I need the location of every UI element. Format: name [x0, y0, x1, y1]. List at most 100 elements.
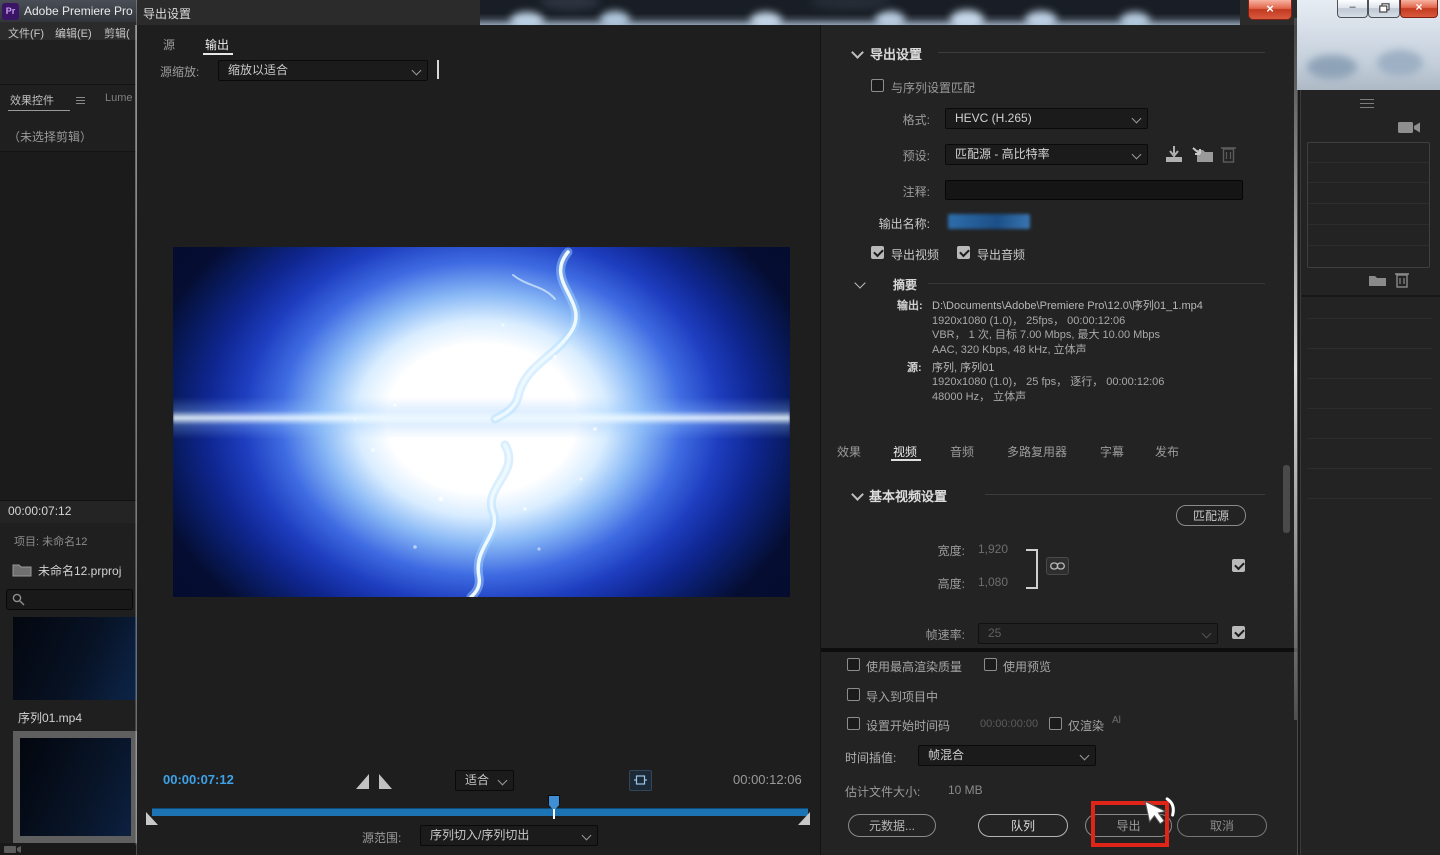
match-source-button[interactable]: 匹配源: [1176, 505, 1246, 526]
framerate-checkbox[interactable]: [1232, 626, 1245, 639]
summary-header: 摘要: [893, 276, 917, 293]
effect-panel-body: [0, 151, 137, 500]
tab-multiplexer[interactable]: 多路复用器: [1007, 443, 1067, 460]
match-sequence-label: 与序列设置匹配: [891, 79, 975, 96]
panel-row-divider: [1307, 378, 1432, 379]
effect-controls-underline: [8, 110, 70, 111]
queue-button[interactable]: 队列: [978, 814, 1068, 837]
summary-source-label: 源:: [907, 359, 922, 375]
summary-output-line: D:\Documents\Adobe\Premiere Pro\12.0\序列0…: [932, 297, 1203, 313]
height-value[interactable]: 1,080: [978, 575, 1008, 589]
source-scaling-dropdown[interactable]: 缩放以适合: [218, 60, 428, 81]
preset-dropdown[interactable]: 匹配源 - 高比特率: [945, 144, 1148, 165]
menu-edit[interactable]: 编辑(E): [55, 25, 92, 41]
out-point-icon[interactable]: [379, 774, 392, 789]
use-previews-checkbox[interactable]: [984, 658, 997, 671]
export-audio-label: 导出音频: [977, 246, 1025, 263]
summary-output-line: VBR， 1 次, 目标 7.00 Mbps, 最大 10.00 Mbps: [932, 326, 1160, 342]
dimension-link-bracket: [1026, 549, 1038, 589]
tab-preview-output[interactable]: 输出: [205, 36, 229, 53]
clip-thumbnail-2[interactable]: [13, 731, 138, 843]
format-dropdown[interactable]: HEVC (H.265): [945, 108, 1148, 129]
panel-menu-icon[interactable]: [76, 97, 85, 104]
restore-icon: [1379, 3, 1390, 13]
in-point-icon[interactable]: [356, 774, 369, 789]
source-range-label: 源范围:: [362, 829, 401, 846]
clip-name-label[interactable]: 序列01.mp4: [18, 709, 82, 726]
output-name-value-redacted[interactable]: [948, 214, 1030, 229]
source-range-dropdown[interactable]: 序列切入/序列切出: [420, 825, 598, 846]
render-alpha-label: 仅渲染: [1068, 717, 1104, 734]
save-preset-icon[interactable]: [1164, 146, 1184, 163]
dialog-title: 导出设置: [143, 5, 191, 22]
dialog-edge-glint: [1294, 18, 1297, 720]
panel-row-divider: [1307, 468, 1432, 469]
dialog-edge-glint-left: [135, 25, 137, 845]
max-render-quality-label: 使用最高渲染质量: [866, 658, 962, 675]
max-render-quality-checkbox[interactable]: [847, 658, 860, 671]
tab-video[interactable]: 视频: [893, 443, 917, 460]
menu-file[interactable]: 文件(F): [8, 25, 44, 41]
menu-clip[interactable]: 剪辑(: [104, 25, 130, 41]
delete-preset-icon[interactable]: [1221, 145, 1236, 163]
match-sequence-checkbox[interactable]: [871, 79, 884, 92]
tab-project[interactable]: 项目: 未命名12: [14, 533, 134, 549]
export-video-label: 导出视频: [891, 246, 939, 263]
start-timecode-value[interactable]: 00:00:00:00: [980, 718, 1038, 730]
tab-effects[interactable]: 效果: [837, 443, 861, 460]
project-file-name[interactable]: 未命名12.prproj: [38, 562, 121, 579]
link-dimensions-button[interactable]: [1046, 557, 1069, 575]
search-input[interactable]: [6, 589, 133, 610]
use-previews-label: 使用预览: [1003, 658, 1051, 675]
window-close-button[interactable]: ×: [1400, 0, 1438, 18]
tab-lumetri[interactable]: Lume: [105, 92, 133, 104]
playhead-timecode[interactable]: 00:00:07:12: [163, 772, 234, 787]
tab-audio[interactable]: 音频: [950, 443, 974, 460]
camera-icon: [1398, 120, 1420, 135]
basic-video-header: 基本视频设置: [869, 486, 947, 505]
list-row-divider: [1308, 182, 1429, 183]
no-clip-selected-label: （未选择剪辑）: [8, 128, 92, 145]
tab-effect-controls[interactable]: 效果控件: [10, 92, 54, 108]
start-timecode-checkbox[interactable]: [847, 717, 860, 730]
list-row-divider: [1308, 203, 1429, 204]
export-audio-checkbox[interactable]: [957, 246, 970, 259]
video-preview-frame[interactable]: [173, 247, 790, 597]
time-interpolation-dropdown[interactable]: 帧混合: [918, 745, 1096, 766]
width-value[interactable]: 1,920: [978, 542, 1008, 556]
panel-row-divider: [1307, 408, 1432, 409]
summary-source-line: 1920x1080 (1.0)， 25 fps， 逐行， 00:00:12:06: [932, 373, 1164, 389]
chain-link-icon: [1050, 562, 1065, 570]
framerate-dropdown[interactable]: 25: [978, 623, 1218, 644]
background-list-box: [1307, 142, 1430, 268]
cancel-button[interactable]: 取消: [1177, 814, 1267, 837]
export-video-checkbox[interactable]: [871, 246, 884, 259]
timeline-track[interactable]: [152, 808, 808, 816]
output-tab-underline: [203, 53, 233, 55]
dialog-close-button[interactable]: ×: [1248, 0, 1292, 20]
clip-thumbnail-1[interactable]: [13, 617, 138, 700]
settings-scrollbar[interactable]: [1283, 465, 1290, 533]
tab-captions[interactable]: 字幕: [1100, 443, 1124, 460]
trim-handle-right[interactable]: [798, 812, 810, 825]
tab-publish[interactable]: 发布: [1155, 443, 1179, 460]
render-alpha-suffix: Al: [1112, 715, 1121, 726]
crop-output-button[interactable]: [629, 770, 652, 791]
summary-output-label: 输出:: [897, 297, 923, 313]
window-minimize-button[interactable]: –: [1337, 0, 1368, 18]
estimated-size-value: 10 MB: [948, 783, 983, 797]
tab-preview-source[interactable]: 源: [163, 36, 175, 53]
folder-icon: [12, 562, 32, 577]
zoom-level-dropdown[interactable]: 适合: [455, 770, 514, 791]
comment-input[interactable]: [945, 180, 1243, 200]
dimensions-lock-checkbox[interactable]: [1232, 559, 1245, 572]
window-maximize-button[interactable]: [1368, 0, 1400, 18]
import-preset-icon[interactable]: [1192, 146, 1214, 163]
time-interpolation-label: 时间插值:: [845, 749, 896, 766]
left-panel-divider: [0, 84, 137, 85]
render-alpha-checkbox[interactable]: [1049, 717, 1062, 730]
trim-handle-left[interactable]: [146, 812, 158, 825]
header-rule: [938, 52, 1265, 53]
metadata-button[interactable]: 元数据...: [848, 814, 936, 837]
import-to-project-checkbox[interactable]: [847, 688, 860, 701]
